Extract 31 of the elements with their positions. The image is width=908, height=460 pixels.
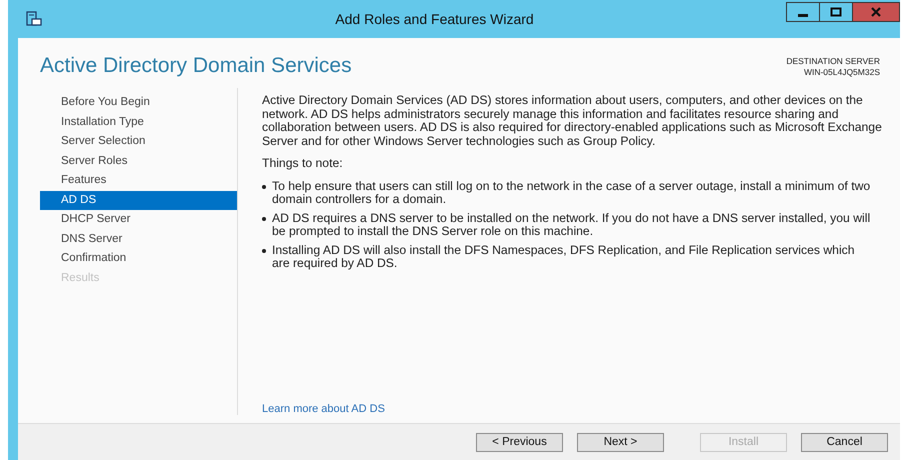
wizard-step[interactable]: Before You Begin [40, 93, 237, 112]
learn-more-link[interactable]: Learn more about AD DS [262, 403, 385, 415]
wizard-button[interactable]: Cancel [801, 432, 888, 452]
maximize-button[interactable] [819, 2, 853, 22]
close-icon [870, 7, 882, 17]
bullet-icon [262, 248, 266, 252]
wizard-step[interactable]: Features [40, 171, 237, 190]
bullet-icon [262, 184, 266, 188]
notes-heading: Things to note: [262, 157, 344, 170]
page-title: Active Directory Domain Services [40, 54, 352, 79]
wizard-step[interactable]: Server Roles [40, 152, 237, 171]
wizard-step[interactable]: DHCP Server [40, 210, 237, 230]
destination-server: WIN-05L4JQ5M32S [804, 66, 880, 78]
maximize-icon [830, 7, 842, 17]
bullet-icon [262, 216, 266, 220]
wizard-button[interactable]: Next > [577, 432, 664, 452]
wizard-step[interactable]: Confirmation [40, 249, 237, 268]
wizard-step[interactable]: DNS Server [40, 230, 237, 249]
description-text: Active Directory Domain Services (AD DS) stores information about users, computers, and other devices on the network. AD DS helps administrators securely manage this information and facilitates resource sharing and collaboration between users. AD DS is also required for directory-enabled applications such as Microsoft Exchange Server and for other Windows Server technologies such as Group Policy. [262, 94, 883, 148]
close-button[interactable] [852, 2, 900, 22]
wizard-button[interactable]: < Previous [476, 432, 563, 452]
window-title: Add Roles and Features Wizard [334, 11, 535, 27]
minimize-icon [798, 14, 808, 16]
minimize-button[interactable] [786, 2, 820, 22]
note-text: To help ensure that users can still log on to the network in the case of a server outage, install a minimum of two domain controllers for a domain. [272, 180, 872, 206]
note-text: Installing AD DS will also install the DFS Namespaces, DFS Replication, and File Replication services which are required by AD DS. [272, 244, 856, 270]
wizard-step[interactable]: Installation Type [40, 112, 237, 132]
wizard-step[interactable]: Server Selection [40, 132, 237, 152]
destination-label: DESTINATION SERVER [786, 56, 880, 67]
wizard-step[interactable]: AD DS [40, 190, 237, 210]
note-text: AD DS requires a DNS server to be installed on the network. If you do not have a DNS server installed, you will be prompted to install the DNS Server role on this machine. [272, 212, 872, 238]
